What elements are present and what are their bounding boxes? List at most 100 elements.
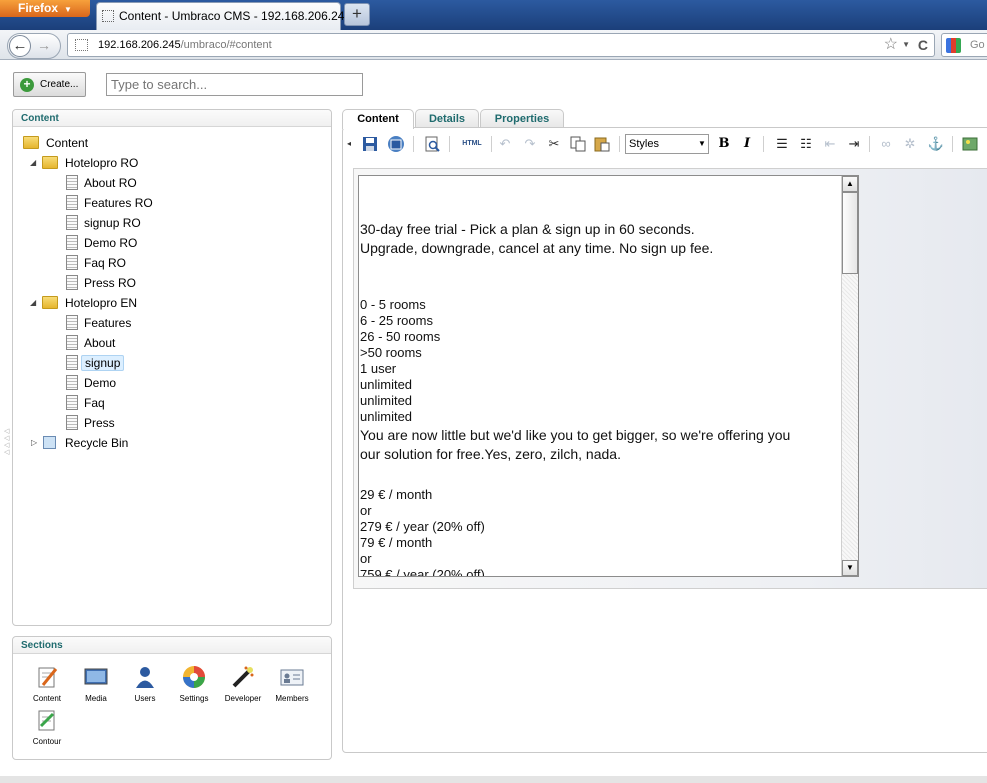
editor-scrollbar[interactable]: ▲ ▼ bbox=[841, 176, 858, 576]
search-engine-text: Go bbox=[970, 39, 985, 51]
text-line: Upgrade, downgrade, cancel at any time. … bbox=[360, 240, 714, 256]
folder-icon bbox=[23, 136, 39, 149]
toolbar-collapse-icon[interactable]: ◂ bbox=[345, 135, 353, 153]
browser-tab[interactable]: Content - Umbraco CMS - 192.168.206.245 bbox=[96, 2, 351, 30]
sections-title: Sections bbox=[13, 637, 331, 654]
section-contour[interactable]: Contour bbox=[22, 708, 72, 746]
document-icon bbox=[66, 275, 78, 290]
tree-item[interactable]: Faq RO bbox=[66, 254, 129, 272]
anchor-icon[interactable]: ⚓ bbox=[927, 135, 945, 153]
tree-item[interactable]: About RO bbox=[66, 174, 140, 192]
scrollbar-thumb[interactable] bbox=[842, 192, 858, 274]
collapse-arrow-icon[interactable]: ▷ bbox=[31, 438, 37, 447]
text-line: 30-day free trial - Pick a plan & sign u… bbox=[360, 221, 695, 237]
tab-properties[interactable]: Properties bbox=[480, 109, 564, 129]
text-line: unlimited bbox=[360, 409, 413, 424]
section-developer[interactable]: Developer bbox=[218, 665, 268, 703]
contour-icon bbox=[38, 710, 55, 731]
bold-icon[interactable]: B bbox=[715, 135, 733, 153]
italic-icon[interactable]: I bbox=[738, 135, 756, 153]
text-line: 29 € / month bbox=[360, 487, 433, 502]
expand-arrow-icon[interactable]: ◢ bbox=[30, 158, 36, 167]
document-icon bbox=[66, 215, 78, 230]
tree-item[interactable]: Features RO bbox=[66, 194, 156, 212]
tree-root[interactable]: Content bbox=[23, 134, 91, 152]
styles-dropdown[interactable]: Styles ▼ bbox=[625, 134, 709, 154]
tree-item[interactable]: Faq bbox=[66, 394, 108, 412]
forward-arrow-icon[interactable]: → bbox=[37, 37, 51, 53]
outdent-icon[interactable]: ⇤ bbox=[821, 135, 839, 153]
google-icon bbox=[946, 38, 961, 53]
plus-icon: + bbox=[20, 78, 34, 92]
search-engine-box[interactable]: Go bbox=[941, 33, 987, 57]
undo-icon[interactable]: ↶ bbox=[496, 135, 514, 153]
page-icon bbox=[102, 10, 114, 22]
cut-icon[interactable]: ✂ bbox=[545, 135, 563, 153]
tree-item[interactable]: signup RO bbox=[66, 214, 144, 232]
section-members[interactable]: Members bbox=[267, 665, 317, 703]
members-icon bbox=[280, 669, 304, 686]
back-arrow-icon[interactable]: ← bbox=[9, 35, 31, 57]
save-and-publish-icon[interactable] bbox=[387, 135, 405, 153]
firefox-menu-button[interactable]: Firefox ▼ bbox=[0, 0, 90, 17]
text-line: or bbox=[360, 503, 372, 518]
back-forward-buttons: ← → bbox=[7, 33, 61, 59]
history-dropdown-icon[interactable]: ▼ bbox=[902, 34, 910, 56]
unlink-icon[interactable]: ✲ bbox=[901, 135, 919, 153]
tree-item-selected[interactable]: signup bbox=[66, 354, 125, 372]
reload-icon[interactable]: C bbox=[918, 34, 928, 56]
html-source-button[interactable]: HTML bbox=[459, 135, 485, 153]
create-button[interactable]: + Create... bbox=[13, 72, 86, 97]
section-content[interactable]: Content bbox=[22, 665, 72, 703]
redo-icon[interactable]: ↷ bbox=[521, 135, 539, 153]
tree-item-hotelopro-en[interactable]: Hotelopro EN bbox=[42, 294, 140, 312]
create-button-label: Create... bbox=[40, 79, 79, 90]
site-identity-icon[interactable] bbox=[75, 39, 88, 51]
text-line: unlimited bbox=[360, 377, 413, 392]
panel-resize-handle[interactable]: ◁ ◁ ◁ ◁ bbox=[4, 428, 10, 456]
url-host: 192.168.206.245 bbox=[98, 39, 181, 51]
bullet-list-icon[interactable]: ☰ bbox=[773, 135, 791, 153]
tree-item[interactable]: Demo RO bbox=[66, 234, 140, 252]
tree-item-hotelopro-ro[interactable]: Hotelopro RO bbox=[42, 154, 141, 172]
insert-image-icon[interactable] bbox=[961, 135, 979, 153]
tab-content[interactable]: Content bbox=[342, 109, 414, 129]
scroll-down-icon[interactable]: ▼ bbox=[842, 560, 858, 576]
rich-text-editor[interactable]: 30-day free trial - Pick a plan & sign u… bbox=[358, 175, 859, 577]
document-icon bbox=[66, 375, 78, 390]
preview-icon[interactable] bbox=[423, 135, 441, 153]
numbered-list-icon[interactable]: ☷ bbox=[797, 135, 815, 153]
content-tree-title: Content bbox=[13, 110, 331, 127]
address-bar[interactable]: 192.168.206.245/umbraco/#content ☆ ▼ C bbox=[67, 33, 935, 57]
scroll-up-icon[interactable]: ▲ bbox=[842, 176, 858, 192]
tree-item[interactable]: Demo bbox=[66, 374, 119, 392]
expand-arrow-icon[interactable]: ◢ bbox=[30, 298, 36, 307]
browser-navbar: ← → 192.168.206.245/umbraco/#content ☆ ▼… bbox=[0, 30, 987, 60]
section-users[interactable]: Users bbox=[120, 665, 170, 703]
document-icon bbox=[66, 255, 78, 270]
sections-panel: Sections Content Media Users Settings De… bbox=[12, 636, 332, 760]
folder-icon bbox=[42, 296, 58, 309]
text-line: >50 rooms bbox=[360, 345, 422, 360]
tree-item[interactable]: Features bbox=[66, 314, 134, 332]
url-path: /umbraco/#content bbox=[180, 39, 272, 51]
indent-icon[interactable]: ⇥ bbox=[845, 135, 863, 153]
save-icon[interactable] bbox=[361, 135, 379, 153]
new-tab-button[interactable]: + bbox=[344, 3, 370, 26]
tree-item[interactable]: About bbox=[66, 334, 118, 352]
text-line: unlimited bbox=[360, 393, 413, 408]
document-icon bbox=[66, 175, 78, 190]
copy-icon[interactable] bbox=[569, 135, 587, 153]
paste-icon[interactable] bbox=[593, 135, 611, 153]
status-strip bbox=[0, 776, 987, 783]
section-settings[interactable]: Settings bbox=[169, 665, 219, 703]
tab-details[interactable]: Details bbox=[415, 109, 479, 129]
tree-item[interactable]: Press RO bbox=[66, 274, 139, 292]
tree-item-recycle-bin[interactable]: Recycle Bin bbox=[43, 434, 131, 452]
bookmark-star-icon[interactable]: ☆ bbox=[884, 34, 898, 56]
section-media[interactable]: Media bbox=[71, 665, 121, 703]
document-icon bbox=[66, 195, 78, 210]
search-input[interactable] bbox=[106, 73, 363, 96]
tree-item[interactable]: Press bbox=[66, 414, 118, 432]
link-icon[interactable]: ∞ bbox=[877, 135, 895, 153]
